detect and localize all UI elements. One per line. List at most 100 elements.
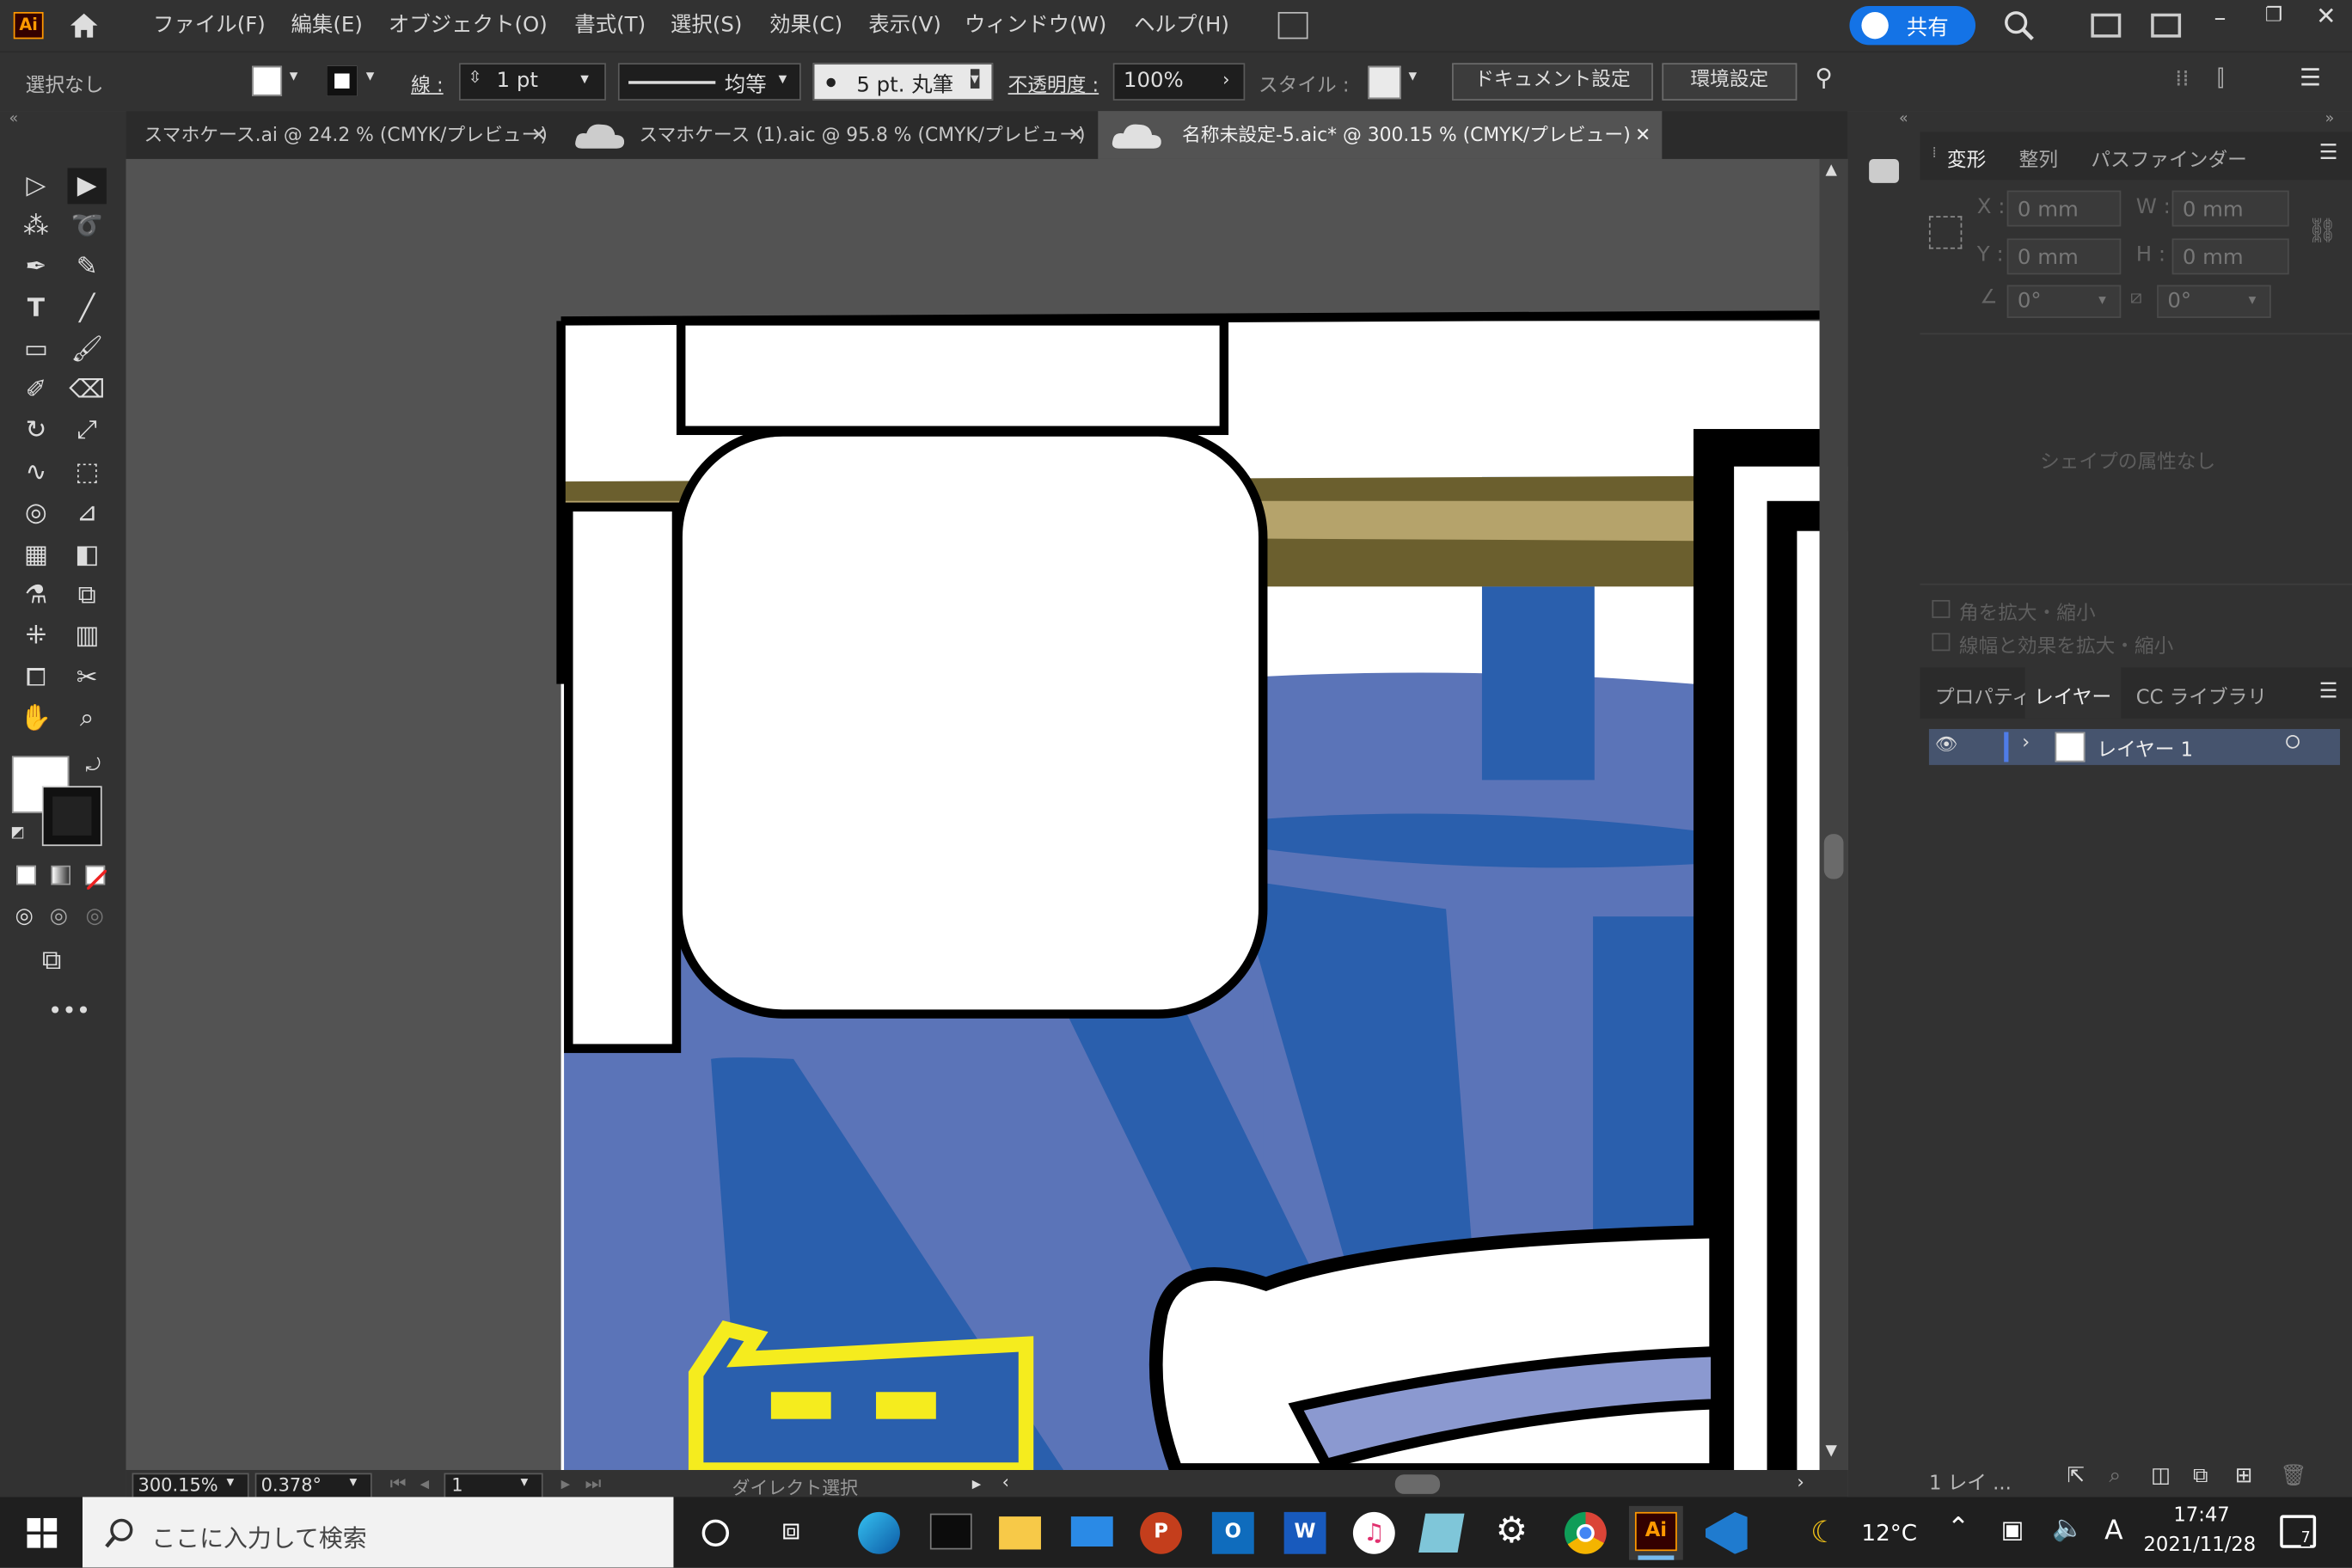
scale-tool-icon[interactable]: ⤢ [68, 413, 107, 449]
stroke-weight-field[interactable]: ⇳ 1 pt ▾ [458, 63, 606, 101]
volume-icon[interactable]: 🔈 [2052, 1514, 2084, 1544]
export-icon[interactable]: ⇱ [2067, 1464, 2084, 1488]
scale-strokes-checkbox[interactable] [1932, 633, 1951, 652]
close-icon[interactable]: ✕ [2316, 2, 2336, 30]
fill-swatch[interactable] [252, 65, 283, 96]
tab-transform[interactable]: 変形 [1947, 144, 1986, 172]
more-tools-icon[interactable]: ••• [48, 996, 90, 1025]
restore-icon[interactable]: ❐ [2265, 4, 2282, 27]
collapse-icon[interactable]: « [9, 111, 18, 127]
illustrator-taskbar-icon[interactable]: Ai [1628, 1505, 1683, 1560]
word-icon[interactable]: W [1283, 1511, 1326, 1554]
menu-select[interactable]: 選択(S) [671, 9, 742, 39]
eyedropper-tool-icon[interactable]: ⚗ [16, 578, 55, 614]
chevron-down-icon[interactable]: ▾ [226, 1474, 234, 1491]
close-icon[interactable]: ✕ [1635, 111, 1651, 159]
style-swatch[interactable] [1368, 65, 1401, 100]
perspective-grid-tool-icon[interactable]: ⊿ [68, 495, 107, 531]
zoom-field[interactable]: 300.15% ▾ [132, 1473, 249, 1499]
chevron-down-icon[interactable]: ▾ [970, 69, 979, 89]
scroll-down-icon[interactable]: ▼ [1826, 1443, 1837, 1460]
eye-icon[interactable]: 👁 [1935, 733, 1958, 754]
hand-tool-icon[interactable]: ✋ [16, 701, 55, 737]
stroke-profile-select[interactable]: 均等 ▾ [617, 63, 801, 101]
outlook-icon[interactable]: O [1211, 1511, 1254, 1554]
comments-icon[interactable] [1869, 158, 1900, 183]
horizontal-scroll-thumb[interactable] [1394, 1474, 1441, 1494]
windows-start-icon[interactable] [27, 1517, 58, 1548]
ime-indicator[interactable]: A [2104, 1515, 2123, 1547]
h-field[interactable]: 0 mm [2171, 238, 2289, 275]
app-icon[interactable] [1418, 1513, 1465, 1553]
tab-layers-active[interactable]: レイヤー [2024, 667, 2122, 719]
vertical-scrollbar[interactable]: ▲ ▼ [1819, 158, 1848, 1471]
rectangle-tool-icon[interactable]: ▭ [16, 332, 55, 368]
scroll-thumb[interactable] [1823, 834, 1844, 879]
new-layer-icon[interactable]: ⊞ [2235, 1464, 2252, 1488]
panel-menu-icon[interactable]: ☰ [2319, 679, 2338, 703]
tab-document-3-active[interactable]: 名称未設定-5.aic* @ 300.15 % (CMYK/プレビュー) ✕ [1098, 111, 1663, 159]
mesh-tool-icon[interactable]: ▦ [16, 537, 55, 573]
scroll-up-icon[interactable]: ▲ [1826, 162, 1837, 178]
mail-icon[interactable] [1070, 1516, 1113, 1547]
y-field[interactable]: 0 mm [2006, 238, 2122, 275]
menu-window[interactable]: ウィンドウ(W) [965, 9, 1106, 39]
blend-tool-icon[interactable]: ⧉ [68, 578, 107, 614]
menu-type[interactable]: 書式(T) [574, 9, 646, 39]
brush-select[interactable]: 5 pt. 丸筆 ▾ [812, 63, 994, 101]
document-settings-button[interactable]: ドキュメント設定 [1452, 63, 1653, 101]
menu-icon[interactable]: ☰ [2300, 63, 2321, 91]
x-field[interactable]: 0 mm [2006, 190, 2122, 227]
menu-edit[interactable]: 編集(E) [291, 9, 363, 39]
cortana-icon[interactable] [701, 1519, 730, 1547]
share-button[interactable]: 共有 [1849, 5, 1976, 46]
clock-time[interactable]: 17:47 [2173, 1504, 2229, 1527]
task-view-icon[interactable]: ⧈ [781, 1510, 800, 1547]
align-icon[interactable]: ⁞⁞ [2175, 64, 2190, 91]
puppet-warp-icon[interactable]: ⚲ [1815, 63, 1832, 91]
collapse-icon[interactable]: « [1899, 111, 1908, 127]
symbol-sprayer-tool-icon[interactable]: ⁜ [16, 618, 55, 654]
tab-pathfinder[interactable]: パスファインダー [2091, 144, 2246, 172]
menu-view[interactable]: 表示(V) [868, 9, 941, 39]
graph-tool-icon[interactable]: ▥ [68, 618, 107, 654]
paintbrush-tool-icon[interactable]: 🖌 [68, 332, 107, 368]
first-artboard-icon[interactable]: ⏮ [390, 1473, 407, 1495]
workspace-icon[interactable] [2091, 13, 2122, 38]
arrange-documents-icon[interactable] [1277, 11, 1308, 40]
preferences-button[interactable]: 環境設定 [1662, 63, 1798, 101]
lasso-tool-icon[interactable]: ➰ [68, 209, 107, 245]
chevron-down-icon[interactable]: ▾ [2249, 286, 2257, 316]
scale-corners-checkbox[interactable] [1932, 599, 1951, 618]
app-logo[interactable]: Ai [13, 11, 44, 40]
slice-tool-icon[interactable]: ✂ [68, 660, 107, 696]
screen-mode-icon[interactable]: ⧉ [42, 945, 61, 977]
rotate-angle-field[interactable]: 0° ▾ [2006, 285, 2122, 318]
gradient-tool-icon[interactable]: ◧ [68, 537, 107, 573]
tab-document-2[interactable]: スマホケース (1).aic @ 95.8 % (CMYK/プレビュー) ✕ [561, 111, 1095, 159]
type-tool-icon[interactable]: T [16, 291, 55, 328]
direct-selection-tool-icon[interactable]: ▶ [67, 168, 107, 205]
itunes-icon[interactable]: ♫ [1352, 1511, 1395, 1554]
tab-cc-libraries[interactable]: CC ライブラリ [2136, 681, 2267, 709]
panel-menu-icon[interactable]: ☰ [2319, 141, 2338, 165]
status-menu-icon[interactable]: ▸ [972, 1473, 982, 1493]
swap-colors-icon[interactable]: ⤾ [85, 755, 100, 777]
stroke-color-swatch[interactable] [41, 786, 102, 847]
zoom-tool-icon[interactable]: ⌕ [68, 701, 107, 737]
chevron-down-icon[interactable]: ▾ [290, 66, 298, 86]
chrome-icon[interactable] [1564, 1511, 1607, 1554]
curvature-tool-icon[interactable]: ✎ [68, 249, 107, 285]
layer-row[interactable]: 👁 › レイヤー 1 [1928, 729, 2341, 765]
target-icon[interactable] [2286, 735, 2300, 749]
edge-icon[interactable] [858, 1511, 900, 1554]
tray-chevron-up-icon[interactable]: ⌃ [1947, 1512, 1969, 1544]
last-artboard-icon[interactable]: ⏭ [585, 1473, 602, 1495]
shear-field[interactable]: 0° ▾ [2157, 285, 2271, 318]
menu-object[interactable]: オブジェクト(O) [389, 9, 548, 39]
w-field[interactable]: 0 mm [2171, 190, 2289, 227]
file-explorer-icon[interactable] [999, 1516, 1041, 1550]
chevron-down-icon[interactable]: ▾ [580, 69, 589, 89]
chevron-down-icon[interactable]: ▾ [779, 69, 787, 89]
rotate-tool-icon[interactable]: ↻ [16, 413, 55, 449]
